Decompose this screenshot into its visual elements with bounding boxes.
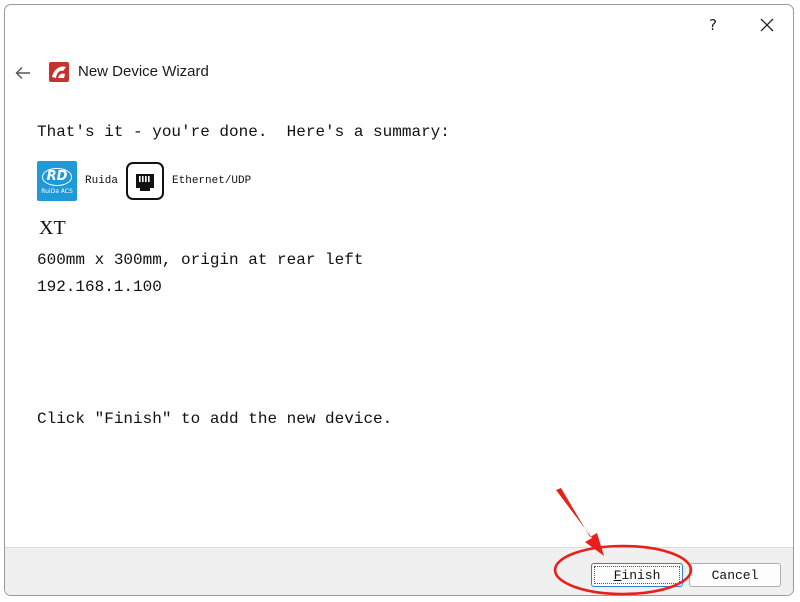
device-ip-text: 192.168.1.100	[37, 278, 162, 296]
close-button[interactable]	[749, 11, 785, 39]
back-arrow-icon	[15, 67, 30, 79]
wizard-title: New Device Wizard	[78, 63, 209, 80]
finish-label-rest: inish	[621, 567, 661, 583]
ruida-logo: RD RuiDa ACS	[37, 161, 77, 201]
ruida-logo-subtext: RuiDa ACS	[41, 187, 73, 195]
finish-instruction-text: Click "Finish" to add the new device.	[37, 410, 393, 428]
controller-label: Ruida	[85, 175, 119, 187]
app-logo-icon	[49, 62, 69, 82]
ethernet-icon	[126, 162, 165, 200]
close-icon	[760, 18, 774, 32]
ethernet-port-glyph	[136, 174, 155, 191]
finish-mnemonic: F	[613, 567, 622, 583]
wizard-window: ? New Device Wizard That's it - you're d…	[4, 4, 794, 596]
cancel-button[interactable]: Cancel	[689, 563, 781, 587]
help-button[interactable]: ?	[695, 11, 731, 39]
back-button[interactable]	[9, 59, 37, 87]
device-size-text: 600mm x 300mm, origin at rear left	[37, 251, 364, 269]
device-name: XT	[39, 217, 66, 239]
wizard-footer: Finish Cancel	[5, 547, 793, 595]
connection-label: Ethernet/UDP	[172, 175, 252, 187]
device-summary-row: RD RuiDa ACS Ruida Ethernet/UDP	[37, 161, 251, 201]
help-icon: ?	[709, 16, 717, 34]
ruida-logo-text: RD	[41, 167, 73, 186]
finish-button[interactable]: Finish	[591, 563, 683, 587]
summary-intro-text: That's it - you're done. Here's a summar…	[37, 123, 450, 141]
wizard-header: New Device Wizard	[5, 57, 793, 89]
